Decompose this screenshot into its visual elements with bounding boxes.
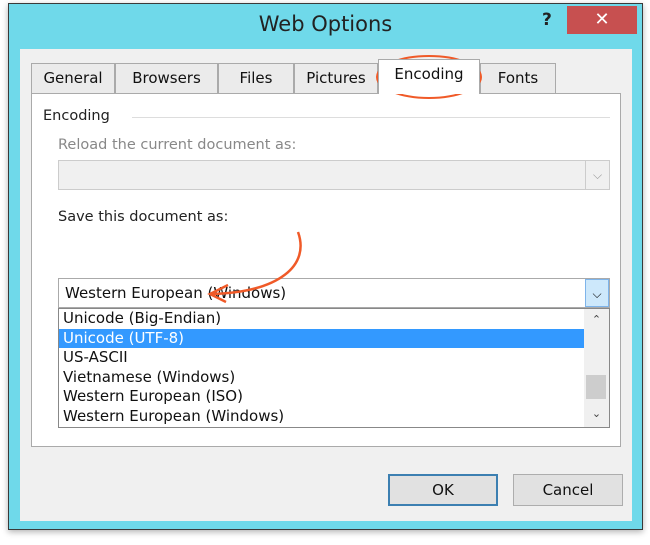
group-divider bbox=[132, 117, 610, 118]
tab-encoding[interactable]: Encoding bbox=[378, 59, 480, 94]
list-item-selected[interactable]: Unicode (UTF-8) bbox=[59, 328, 584, 348]
scroll-up-icon[interactable]: ⌃ bbox=[584, 313, 609, 326]
list-item[interactable]: US-ASCII bbox=[59, 348, 584, 368]
ok-button[interactable]: OK bbox=[388, 474, 498, 506]
tab-general[interactable]: General bbox=[31, 63, 115, 93]
scrollbar-thumb[interactable] bbox=[586, 375, 606, 399]
encoding-dropdown-list[interactable]: Unicode (Big-Endian) Unicode (UTF-8) US-… bbox=[58, 308, 610, 428]
tab-pictures[interactable]: Pictures bbox=[294, 63, 378, 93]
reload-label: Reload the current document as: bbox=[58, 137, 297, 153]
web-options-dialog: Web Options ? ✕ General Browsers Files P… bbox=[8, 3, 643, 530]
cancel-button[interactable]: Cancel bbox=[513, 474, 623, 506]
close-button[interactable]: ✕ bbox=[567, 6, 637, 34]
help-button[interactable]: ? bbox=[542, 10, 552, 30]
save-label: Save this document as: bbox=[58, 209, 229, 225]
encoding-panel: Encoding Reload the current document as:… bbox=[31, 93, 621, 447]
reload-combo: ⌵ bbox=[58, 160, 610, 190]
list-item[interactable]: Western European (ISO) bbox=[59, 387, 584, 407]
tab-files[interactable]: Files bbox=[218, 63, 294, 93]
scrollbar[interactable]: ⌃ ⌄ bbox=[584, 309, 609, 427]
tab-fonts[interactable]: Fonts bbox=[480, 63, 556, 93]
chevron-down-icon: ⌵ bbox=[585, 161, 609, 189]
list-item[interactable]: Vietnamese (Windows) bbox=[59, 368, 584, 388]
encoding-group-label: Encoding bbox=[43, 108, 110, 124]
list-item[interactable]: Western European (Windows) bbox=[59, 407, 584, 427]
save-encoding-combo[interactable]: Western European (Windows) ⌵ bbox=[58, 278, 610, 308]
tab-browsers[interactable]: Browsers bbox=[115, 63, 218, 93]
save-value: Western European (Windows) bbox=[65, 284, 287, 302]
dialog-client: General Browsers Files Pictures Encoding… bbox=[20, 49, 632, 521]
scroll-down-icon[interactable]: ⌄ bbox=[584, 407, 609, 420]
chevron-down-icon[interactable]: ⌵ bbox=[585, 279, 609, 307]
list-item[interactable]: Unicode (Big-Endian) bbox=[59, 309, 584, 329]
